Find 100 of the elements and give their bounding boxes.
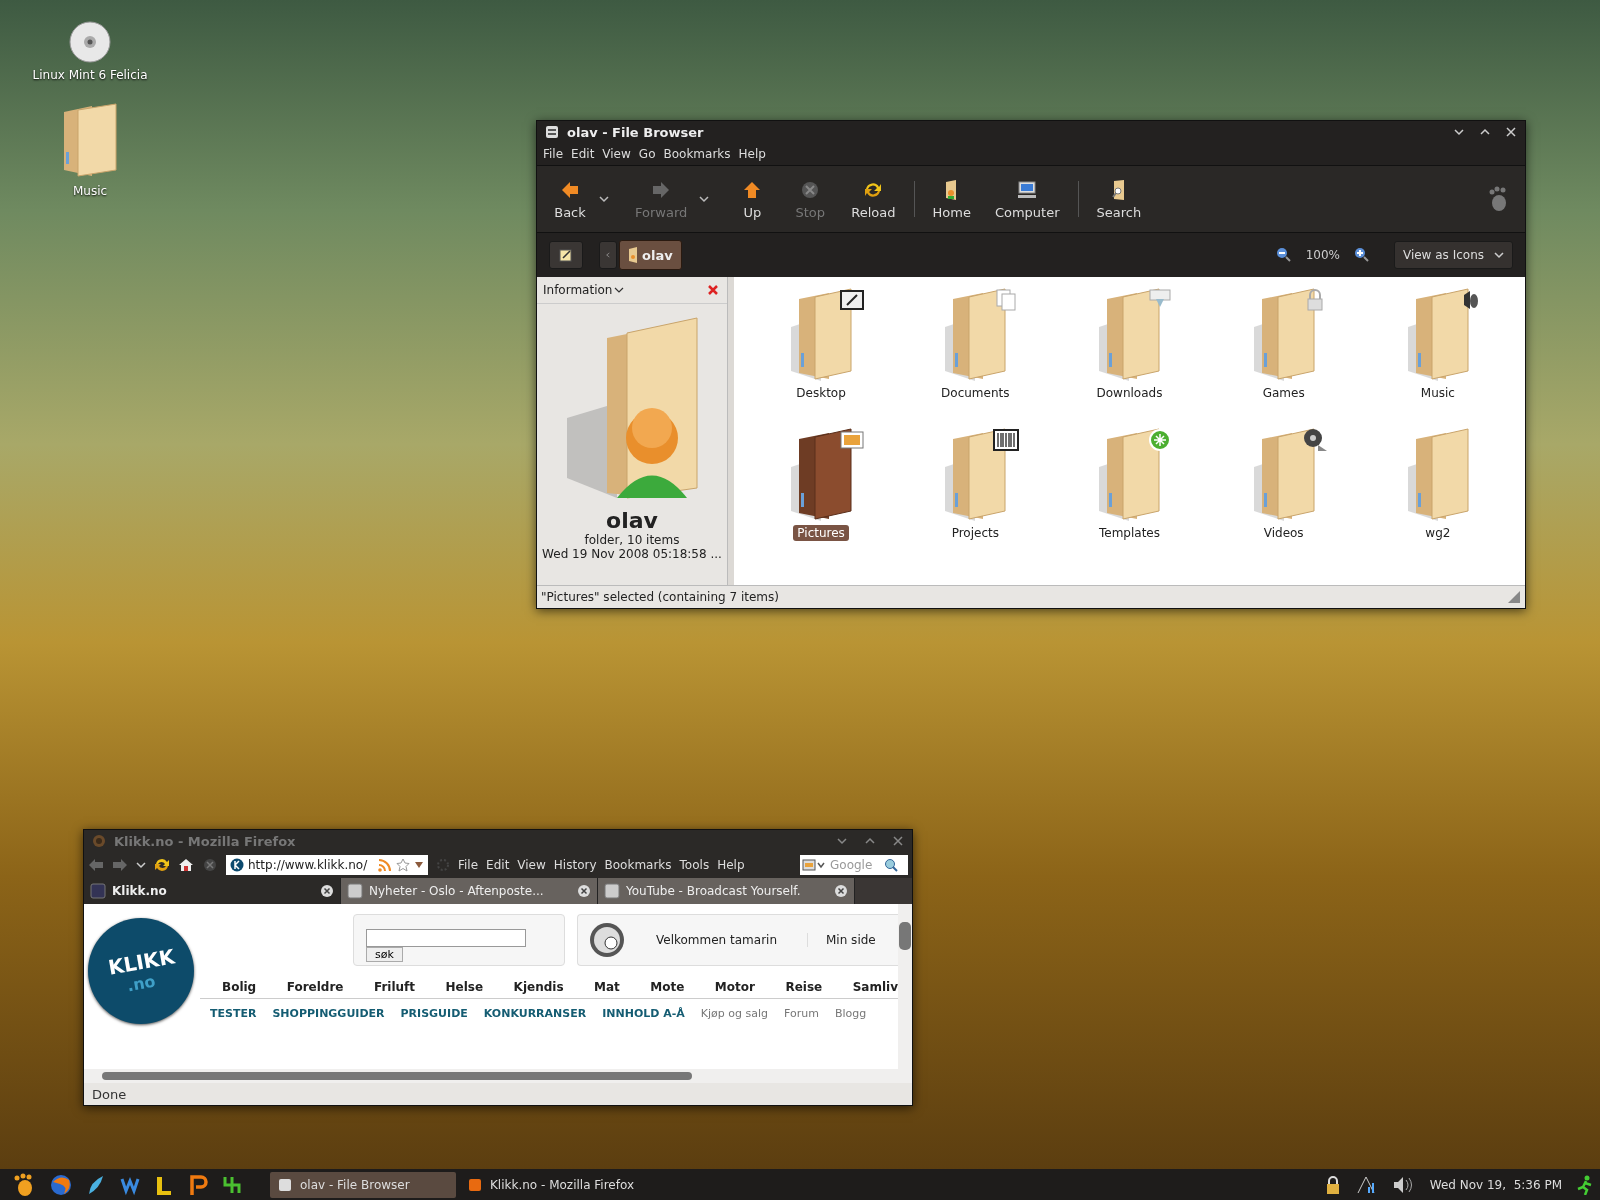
clock[interactable]: Wed Nov 19, 5:36 PM [1429, 1177, 1562, 1192]
category-link[interactable]: Mote [650, 980, 685, 994]
folder-label[interactable]: Downloads [1092, 385, 1167, 401]
folder-detail: Wed 19 Nov 2008 05:18:58 ... [542, 547, 722, 561]
computer-icon [1016, 178, 1039, 201]
menu-item[interactable]: File [458, 858, 479, 872]
address-bar[interactable]: http://www.klikk.no/ [226, 855, 428, 875]
toolbar-button[interactable]: Home [920, 174, 983, 224]
window-title: olav - File Browser [567, 124, 704, 140]
edit-location-button[interactable] [549, 241, 583, 269]
sidebar-mode-dropdown[interactable]: Information [541, 281, 627, 299]
menu-item[interactable]: History [553, 858, 597, 872]
my-page-link[interactable]: Min side [807, 933, 876, 947]
folder-label[interactable]: Desktop [792, 385, 850, 401]
folder-label[interactable]: Documents [937, 385, 1014, 401]
minimize-icon[interactable] [1453, 126, 1465, 138]
reload-icon[interactable] [154, 857, 170, 873]
nav-link[interactable]: PRISGUIDE [400, 1007, 468, 1020]
horizontal-scrollbar[interactable] [84, 1069, 912, 1083]
menu-item[interactable]: Tools [679, 858, 710, 872]
menu-item[interactable]: Help [717, 858, 745, 872]
browser-tab[interactable]: Nyheter - Oslo - Aftenposte... [341, 878, 598, 904]
vertical-scrollbar[interactable] [898, 904, 912, 1069]
menu-item[interactable]: View [517, 858, 546, 872]
favicon-icon [604, 883, 620, 899]
folder-label[interactable]: Projects [947, 525, 1003, 541]
nav-link[interactable]: TESTER [210, 1007, 257, 1020]
toolbar-button[interactable]: Reload [839, 174, 908, 224]
submit-button[interactable]: søk [366, 947, 403, 962]
nav-link[interactable]: Forum [784, 1007, 819, 1020]
close-icon[interactable] [320, 884, 334, 898]
nav-link[interactable]: SHOPPINGGUIDER [272, 1007, 385, 1020]
search-box[interactable]: Google [800, 855, 908, 875]
taskbar-button[interactable]: olav - File Browser [270, 1171, 456, 1198]
zoom-in-icon[interactable] [1353, 247, 1370, 263]
zoom-out-icon[interactable] [1275, 247, 1292, 263]
menu-item[interactable]: Edit [486, 858, 510, 872]
presentation-app-icon[interactable] [188, 1173, 208, 1196]
browser-tab[interactable]: Klikk.no [84, 878, 341, 904]
folder-label[interactable]: Pictures [793, 525, 849, 541]
feather-icon[interactable] [86, 1173, 106, 1196]
search-icon[interactable] [884, 858, 898, 872]
dropdown-caret-icon[interactable] [599, 195, 609, 203]
toolbar-button[interactable]: Up [723, 174, 782, 224]
window-icon [468, 1177, 482, 1192]
site-logo[interactable]: KLIKK .no [88, 918, 194, 1024]
star-icon[interactable] [396, 858, 410, 872]
taskbar-button[interactable]: Klikk.no - Mozilla Firefox [460, 1171, 646, 1198]
tab-label: YouTube - Broadcast Yourself. [626, 884, 802, 898]
folder-label[interactable]: wg2 [1421, 525, 1455, 541]
globe-icon[interactable] [50, 1173, 72, 1196]
nav-link[interactable]: KONKURRANSER [483, 1007, 587, 1020]
search-engine-icon[interactable] [802, 858, 828, 872]
view-mode-dropdown[interactable]: View as Icons [1393, 241, 1513, 269]
back-icon[interactable] [88, 858, 104, 872]
desktop-icon-label[interactable]: Linux Mint 6 Felicia [32, 68, 148, 82]
nav-link[interactable]: INNHOLD A-Å [602, 1007, 685, 1020]
category-link[interactable]: Foreldre [286, 980, 344, 994]
home-icon[interactable] [178, 857, 194, 873]
category-link[interactable]: Helse [445, 980, 484, 994]
category-link[interactable]: Bolig [222, 980, 257, 994]
menu-item[interactable]: File [543, 147, 564, 161]
toolbar-button[interactable]: Computer [982, 174, 1072, 224]
caret-icon[interactable] [414, 861, 424, 869]
menu-item[interactable]: Bookmarks [663, 147, 731, 161]
category-link[interactable]: Reise [785, 980, 823, 994]
category-link[interactable]: Kjendis [513, 980, 564, 994]
close-icon[interactable] [577, 884, 591, 898]
folder-label[interactable]: Templates [1095, 525, 1164, 541]
nav-link[interactable]: Kjøp og salg [700, 1007, 769, 1020]
disc-icon[interactable] [68, 20, 112, 64]
site-search-field[interactable] [366, 929, 526, 947]
category-link[interactable]: Motor [714, 980, 755, 994]
path-button[interactable]: olav [619, 240, 682, 270]
menu-item[interactable]: Bookmarks [604, 858, 672, 872]
nav-link[interactable]: Blogg [834, 1007, 867, 1020]
menu-item[interactable]: Help [738, 147, 766, 161]
menu-item[interactable]: View [602, 147, 631, 161]
close-icon[interactable] [834, 884, 848, 898]
welcome-text: Velkommen tamarin [656, 933, 777, 947]
resize-grip-icon[interactable] [1507, 590, 1521, 604]
stop-icon[interactable] [202, 857, 218, 873]
category-link[interactable]: Samliv [852, 980, 898, 994]
category-link[interactable]: Friluft [373, 980, 416, 994]
browser-tab[interactable]: YouTube - Broadcast Yourself. [598, 878, 855, 904]
history-caret-icon[interactable] [136, 861, 146, 869]
forward-icon[interactable] [112, 858, 128, 872]
running-man-icon[interactable] [1576, 1174, 1594, 1195]
firefox-icon [92, 834, 106, 848]
folder-label[interactable]: Music [1416, 385, 1459, 401]
menu-item[interactable]: Go [638, 147, 656, 161]
folder-label[interactable]: Videos [1259, 525, 1308, 541]
menu-item[interactable]: Edit [571, 147, 595, 161]
desktop-icon-label[interactable]: Music [72, 184, 108, 198]
folder-label[interactable]: Games [1258, 385, 1309, 401]
minimize-icon[interactable] [836, 835, 848, 847]
category-link[interactable]: Mat [594, 980, 620, 994]
toolbar-button[interactable]: Back [541, 174, 599, 224]
tab-label: Nyheter - Oslo - Aftenposte... [369, 884, 545, 898]
toolbar-button[interactable]: Search [1084, 174, 1154, 224]
